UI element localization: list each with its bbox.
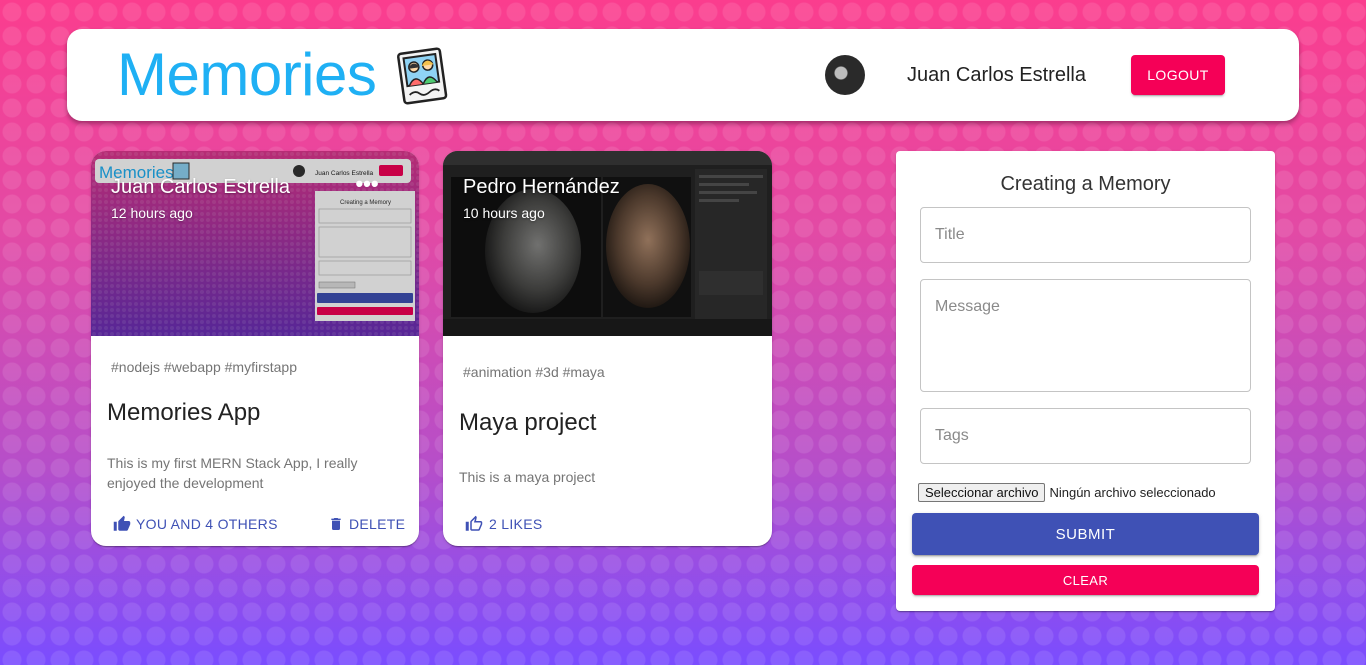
create-memory-form: Creating a Memory Seleccionar archivo Ni… — [896, 151, 1275, 611]
like-button[interactable]: 2 LIKES — [464, 513, 542, 535]
thumb-up-icon — [113, 515, 131, 531]
more-options-icon[interactable]: ••• — [355, 173, 379, 199]
memories-logo-icon — [397, 47, 448, 105]
title-input[interactable] — [920, 207, 1251, 263]
post-message: This is a maya project — [459, 469, 596, 485]
post-creator: Juan Carlos Estrella — [111, 176, 290, 198]
post-tags: #nodejs #webapp #myfirstapp — [111, 359, 298, 375]
like-label: 2 LIKES — [489, 516, 543, 532]
choose-file-button[interactable]: Seleccionar archivo — [918, 483, 1046, 502]
delete-label: DELETE — [349, 516, 406, 532]
message-input[interactable] — [920, 279, 1251, 392]
post-title: Memories App — [107, 399, 261, 426]
file-input: Seleccionar archivo Ningún archivo selec… — [918, 483, 1216, 502]
post-time: 10 hours ago — [463, 205, 545, 221]
user-name: Juan Carlos Estrella — [907, 64, 1086, 86]
delete-button[interactable]: DELETE — [328, 513, 405, 535]
user-avatar[interactable] — [825, 55, 865, 95]
post-card[interactable]: Memories Juan Carlos Estrella Creating a… — [91, 151, 419, 546]
post-creator: Pedro Hernández — [463, 176, 620, 198]
clear-button[interactable]: CLEAR — [912, 565, 1259, 595]
post-message: This is my first MERN Stack App, I reall… — [107, 455, 358, 491]
post-tags: #animation #3d #maya — [463, 364, 605, 380]
post-card[interactable]: Pedro Hernández 10 hours ago #animation … — [443, 151, 772, 546]
file-status: Ningún archivo seleccionado — [1049, 485, 1216, 500]
post-title: Maya project — [459, 409, 597, 436]
like-button[interactable]: YOU AND 4 OTHERS — [113, 513, 278, 535]
brand-title[interactable]: Memories — [117, 41, 377, 109]
like-label: YOU AND 4 OTHERS — [136, 516, 278, 532]
submit-button[interactable]: SUBMIT — [912, 513, 1259, 555]
trash-icon — [331, 518, 341, 530]
app-bar: Memories Juan Carlos Estrella LOGOUT — [67, 29, 1299, 121]
thumb-up-outline-icon — [465, 515, 483, 531]
form-title: Creating a Memory — [1000, 173, 1171, 195]
logout-button[interactable]: LOGOUT — [1131, 55, 1225, 95]
tags-input[interactable] — [920, 408, 1251, 464]
post-time: 12 hours ago — [111, 205, 193, 221]
